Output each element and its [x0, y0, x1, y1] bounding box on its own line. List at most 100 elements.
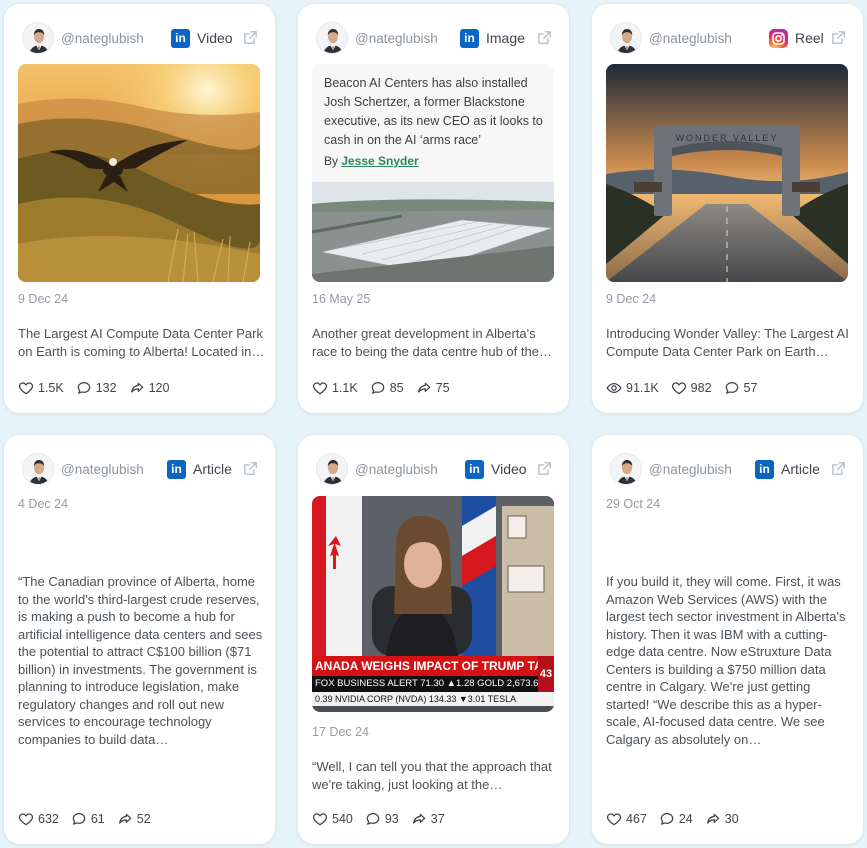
- share-icon: [129, 380, 145, 396]
- avatar-image: [317, 23, 348, 54]
- views-stat: 91.1K: [606, 380, 659, 396]
- linkedin-icon: in: [167, 460, 186, 479]
- author-handle[interactable]: @nateglubish: [355, 31, 438, 46]
- news-headline-banner: ANADA WEIGHS IMPACT OF TRUMP TARIFF THRE…: [312, 656, 554, 676]
- shares-stat: 30: [705, 811, 739, 827]
- eye-icon: [606, 380, 622, 396]
- avatar-image: [317, 454, 348, 485]
- avatar[interactable]: [22, 453, 54, 485]
- post-type-label: Video: [197, 30, 233, 46]
- post-date: 29 Oct 24: [606, 497, 661, 511]
- comment-icon: [659, 811, 675, 827]
- likes-stat: 467: [606, 811, 647, 827]
- post-caption: The Largest AI Compute Data Center Park …: [18, 326, 265, 359]
- author-handle[interactable]: @nateglubish: [649, 31, 732, 46]
- post-media-image[interactable]: [18, 64, 260, 282]
- open-external-icon[interactable]: [242, 460, 259, 477]
- heart-icon: [312, 380, 328, 396]
- post-caption: Introducing Wonder Valley: The Largest A…: [606, 326, 849, 359]
- comment-icon: [365, 811, 381, 827]
- comments-count: 57: [743, 381, 758, 395]
- post-type-label: Video: [491, 461, 527, 477]
- post-card[interactable]: @nateglubish in Article 4 Dec 24 “The Ca…: [4, 435, 275, 844]
- byline-prefix: By: [324, 154, 342, 168]
- avatar[interactable]: [610, 22, 642, 54]
- heart-icon: [18, 380, 34, 396]
- avatar[interactable]: [610, 453, 642, 485]
- post-media-image[interactable]: WONDER VALLEY: [606, 64, 848, 282]
- post-date: 17 Dec 24: [312, 725, 369, 739]
- comments-count: 24: [678, 812, 693, 826]
- author-handle[interactable]: @nateglubish: [61, 31, 144, 46]
- card-header: @nateglubish in Video: [298, 453, 569, 487]
- post-type-label: Image: [486, 30, 525, 46]
- open-external-icon[interactable]: [830, 29, 847, 46]
- likes-count: 540: [332, 812, 353, 826]
- engagement-stats: 540 93 37: [312, 810, 457, 828]
- byline-author-link[interactable]: Jesse Snyder: [341, 154, 418, 168]
- views-count: 91.1K: [626, 381, 659, 395]
- comments-count: 93: [384, 812, 399, 826]
- shares-stat: 52: [117, 811, 151, 827]
- heart-icon: [671, 380, 687, 396]
- linkedin-icon: in: [755, 460, 774, 479]
- post-card[interactable]: @nateglubish in Image Beacon AI Centers …: [298, 4, 569, 413]
- post-media-video[interactable]: ANADA WEIGHS IMPACT OF TRUMP TARIFF THRE…: [312, 496, 554, 712]
- comment-icon: [71, 811, 87, 827]
- shares-stat: 37: [411, 811, 445, 827]
- open-external-icon[interactable]: [830, 460, 847, 477]
- engagement-stats: 91.1K 982 57: [606, 379, 769, 397]
- author-handle[interactable]: @nateglubish: [61, 462, 144, 477]
- comments-count: 61: [90, 812, 105, 826]
- shares-count: 37: [430, 812, 445, 826]
- likes-stat: 1.5K: [18, 380, 64, 396]
- open-external-icon[interactable]: [536, 460, 553, 477]
- likes-count: 1.5K: [38, 381, 64, 395]
- avatar-image: [611, 454, 642, 485]
- post-card[interactable]: @nateglubish in Video ANADA WEIGHS IMPAC…: [298, 435, 569, 844]
- avatar[interactable]: [316, 22, 348, 54]
- author-handle[interactable]: @nateglubish: [649, 462, 732, 477]
- shares-count: 120: [148, 381, 170, 395]
- share-icon: [416, 380, 432, 396]
- post-card[interactable]: @nateglubish Reel WONDER VALLEY 9 Dec 24…: [592, 4, 863, 413]
- open-external-icon[interactable]: [242, 29, 259, 46]
- author-handle[interactable]: @nateglubish: [355, 462, 438, 477]
- comments-stat: 24: [659, 811, 693, 827]
- avatar[interactable]: [22, 22, 54, 54]
- post-date: 16 May 25: [312, 292, 371, 306]
- engagement-stats: 1.5K 132 120: [18, 379, 181, 397]
- card-header: @nateglubish Reel: [592, 22, 863, 56]
- comments-stat: 93: [365, 811, 399, 827]
- post-type-label: Article: [781, 461, 820, 477]
- post-date: 4 Dec 24: [18, 497, 69, 511]
- post-card[interactable]: @nateglubish in Video 9 Dec 24 The Large…: [4, 4, 275, 413]
- post-type-label: Article: [193, 461, 232, 477]
- card-header: @nateglubish in Article: [4, 453, 275, 487]
- post-card[interactable]: @nateglubish in Article 29 Oct 24 If you…: [592, 435, 863, 844]
- shares-count: 30: [724, 812, 739, 826]
- comments-count: 132: [95, 381, 117, 395]
- post-caption: Another great development in Alberta's r…: [312, 326, 552, 359]
- data-center-aerial-image: [312, 182, 554, 282]
- shares-count: 52: [136, 812, 151, 826]
- stock-ticker: 0.39 NVIDIA CORP (NVDA) 134.33 ▼3.01 TES…: [312, 692, 554, 706]
- post-media-image[interactable]: Beacon AI Centers has also installed Jos…: [312, 64, 554, 282]
- article-byline: By Jesse Snyder: [324, 154, 419, 168]
- comments-stat: 61: [71, 811, 105, 827]
- likes-count: 467: [626, 812, 647, 826]
- post-caption: “Well, I can tell you that the approach …: [312, 759, 552, 792]
- likes-count: 632: [38, 812, 59, 826]
- card-header: @nateglubish in Article: [592, 453, 863, 487]
- post-caption: If you build it, they will come. First, …: [606, 574, 846, 747]
- comments-stat: 57: [724, 380, 758, 396]
- post-date: 9 Dec 24: [606, 292, 657, 306]
- instagram-icon: [769, 29, 788, 48]
- post-type-label: Reel: [795, 30, 824, 46]
- comment-icon: [76, 380, 92, 396]
- comments-stat: 85: [370, 380, 404, 396]
- shares-stat: 75: [416, 380, 450, 396]
- engagement-stats: 467 24 30: [606, 810, 751, 828]
- avatar[interactable]: [316, 453, 348, 485]
- open-external-icon[interactable]: [536, 29, 553, 46]
